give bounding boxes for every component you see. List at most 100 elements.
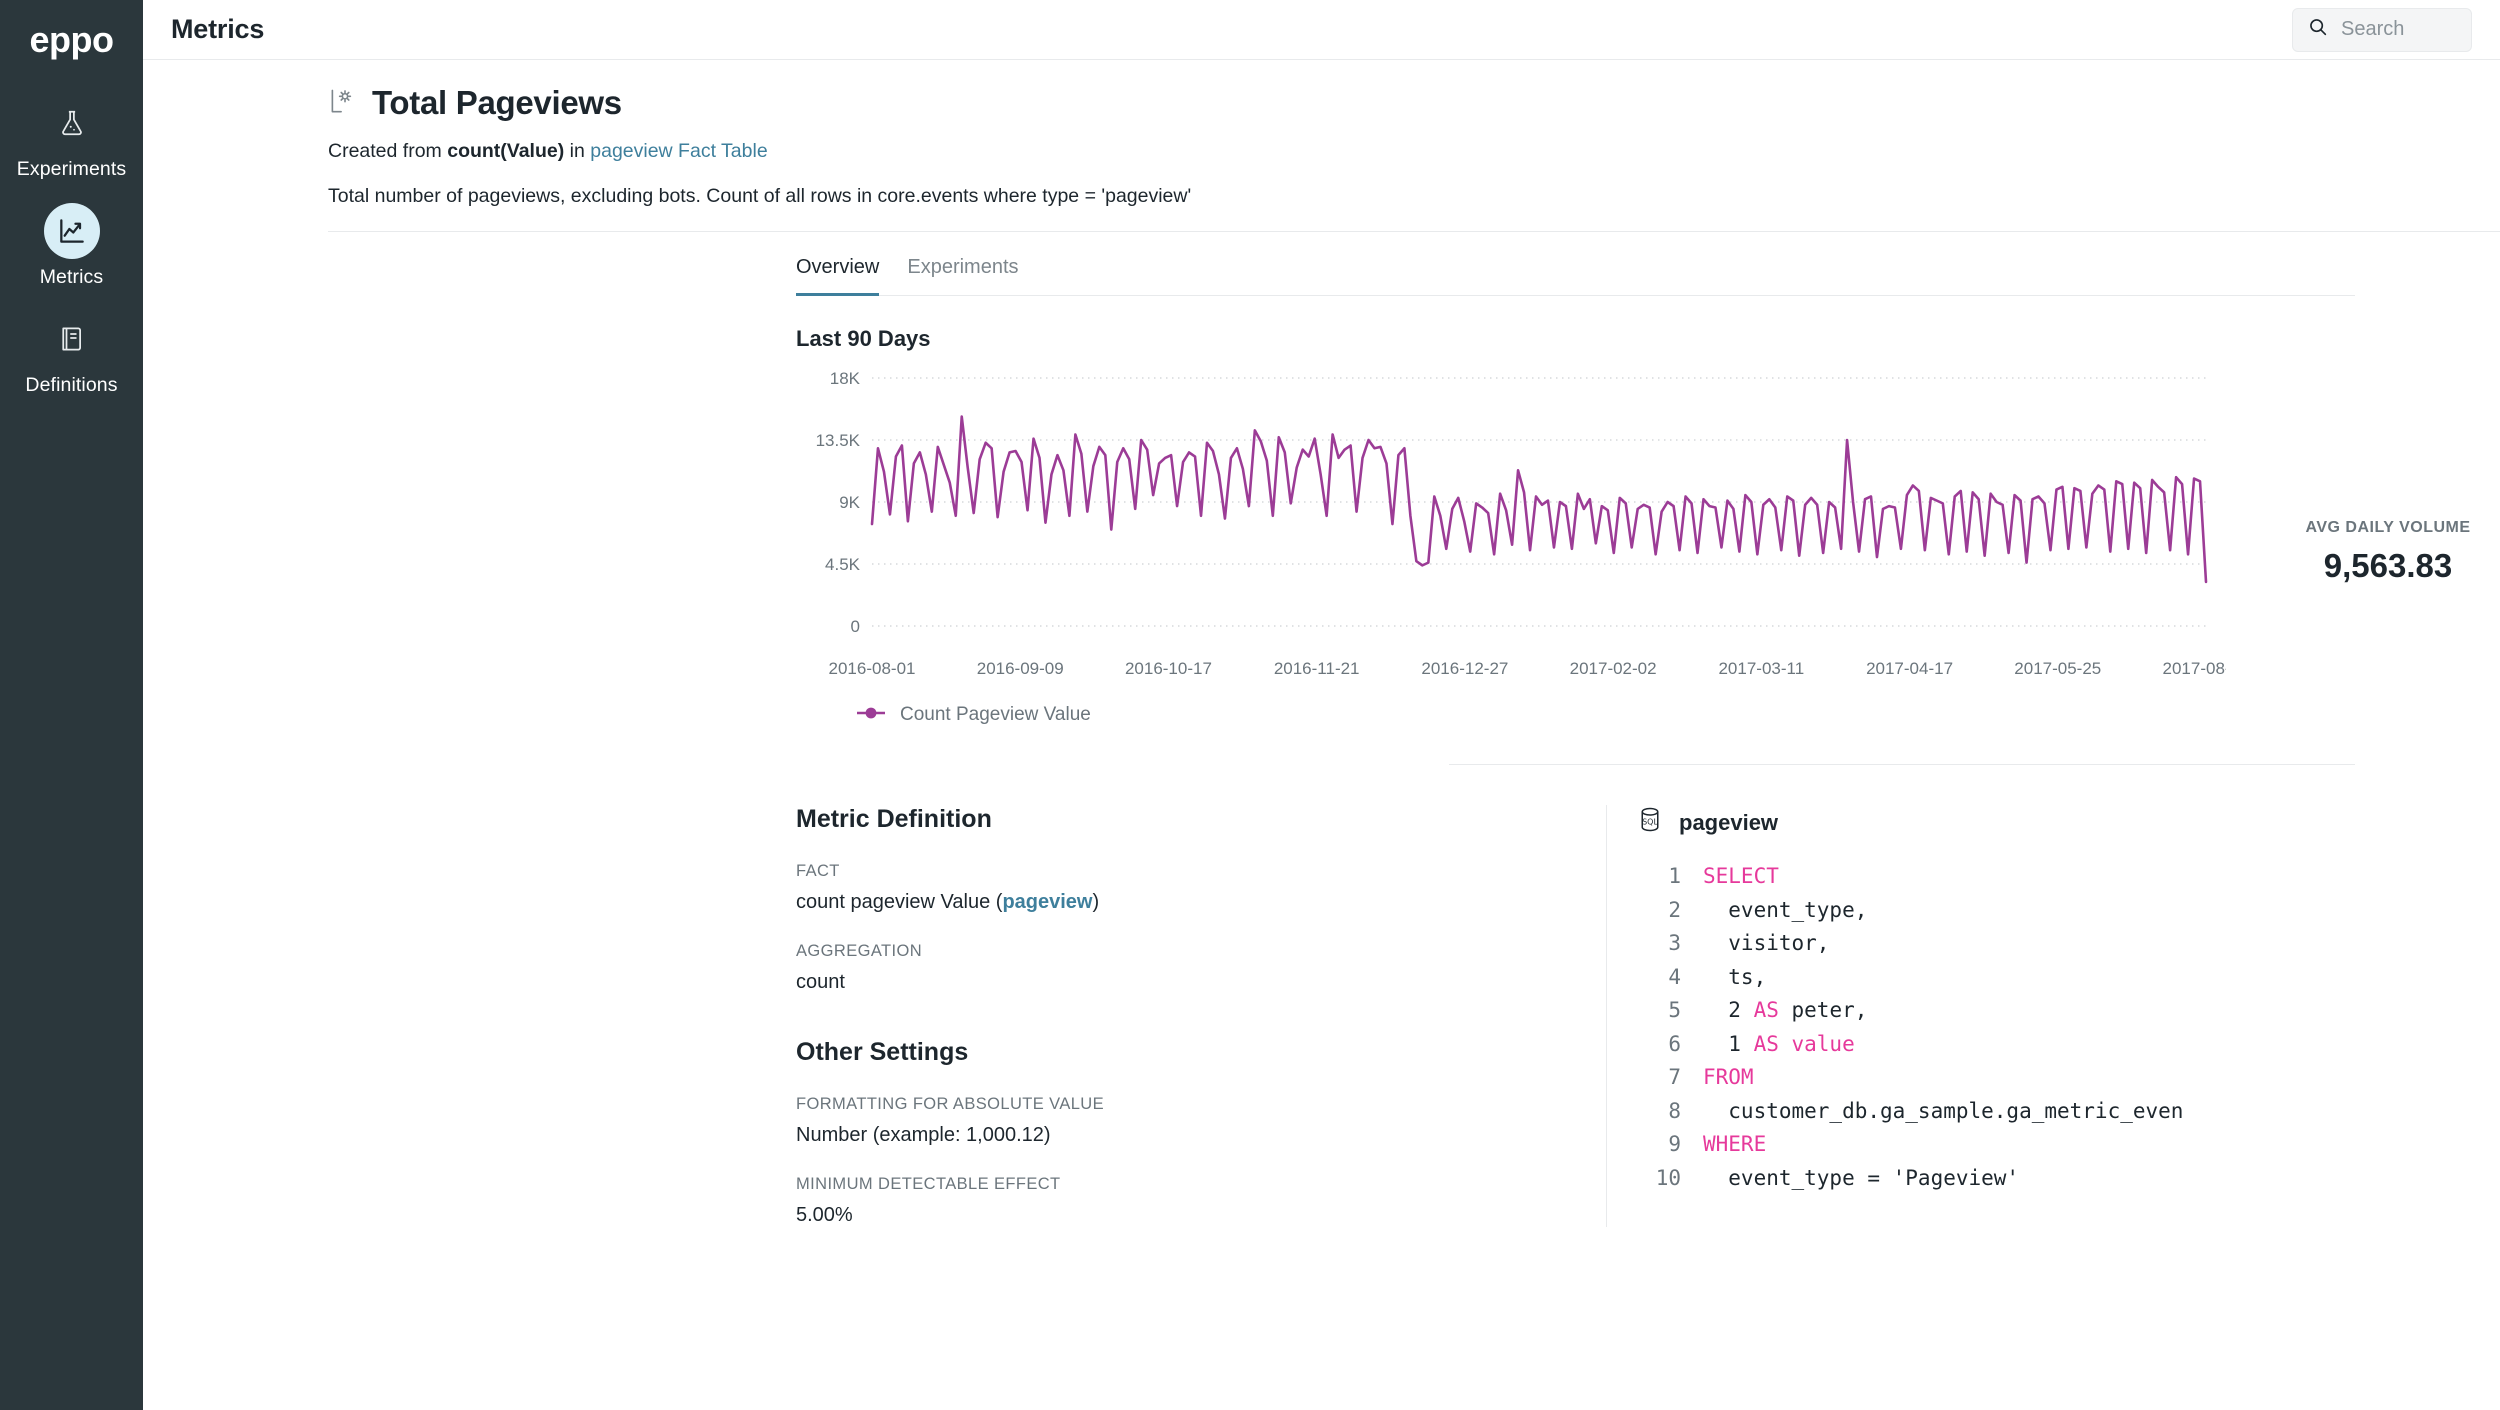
y-axis-tick-label: 18K	[830, 369, 861, 388]
sidebar: eppo Experiments Metrics	[0, 0, 143, 1410]
sql-line-number: 9	[1635, 1128, 1681, 1162]
fact-value-suffix: )	[1092, 891, 1099, 913]
legend-label: Count Pageview Value	[900, 704, 1091, 726]
sql-line: 7 FROM	[1635, 1061, 2500, 1095]
aggregation-label: AGGREGATION	[796, 942, 1606, 961]
sidebar-item-definitions[interactable]: Definitions	[0, 311, 143, 397]
x-axis-tick-label: 2016-08-01	[829, 659, 916, 678]
sql-code-block[interactable]: 1SELECT2 event_type,3 visitor,4 ts,5 2 A…	[1635, 860, 2500, 1195]
x-axis-tick-label: 2016-10-17	[1125, 659, 1212, 678]
avg-daily-volume-stat: AVG DAILY VOLUME 9,563.83	[2276, 364, 2500, 585]
metric-gear-icon	[328, 86, 358, 121]
sql-line: 10 event_type = 'Pageview'	[1635, 1162, 2500, 1196]
pageview-link[interactable]: pageview	[1002, 891, 1092, 913]
sql-line-number: 6	[1635, 1028, 1681, 1062]
sql-line-number: 7	[1635, 1061, 1681, 1095]
search-placeholder: Search	[2341, 18, 2404, 41]
other-settings-title: Other Settings	[796, 1038, 1606, 1067]
top-bar: Metrics Search	[143, 0, 2500, 60]
sql-line: 3 visitor,	[1635, 927, 2500, 961]
sql-keyword: AS	[1754, 998, 1779, 1022]
metric-definition-column: Metric Definition FACT count pageview Va…	[796, 805, 1606, 1227]
flask-icon	[44, 95, 100, 151]
book-icon	[44, 311, 100, 367]
sql-line-number: 8	[1635, 1095, 1681, 1129]
line-chart[interactable]: 0 4.5K 9K 13.5K 18K 2016-08-01 2016-09-09 2016-…	[796, 364, 2226, 694]
created-prefix: Created from	[328, 140, 447, 162]
chart-row: 0 4.5K 9K 13.5K 18K 2016-08-01 2016-09-09 2016-…	[796, 364, 2500, 694]
sql-panel: SQL pageview 1SELECT2 event_type,3 visit…	[1606, 805, 2500, 1227]
created-in: in	[564, 140, 590, 162]
mde-value: 5.00%	[796, 1204, 1606, 1227]
sql-keyword: FROM	[1703, 1065, 1754, 1089]
sql-line: 9 WHERE	[1635, 1128, 2500, 1162]
x-axis-tick-label: 2017-05-25	[2014, 659, 2101, 678]
brand-logo[interactable]: eppo	[30, 19, 114, 61]
sql-line-number: 1	[1635, 860, 1681, 894]
sidebar-item-experiments[interactable]: Experiments	[0, 95, 143, 181]
formatting-value: Number (example: 1,000.12)	[796, 1124, 1606, 1147]
sql-line-number: 4	[1635, 961, 1681, 995]
sql-text: 1	[1703, 1032, 1754, 1056]
search-icon	[2307, 16, 2329, 43]
tab-overview[interactable]: Overview	[796, 256, 879, 296]
sql-text: event_type = 'Pageview'	[1703, 1166, 2019, 1190]
sql-database-icon: SQL	[1635, 805, 1665, 840]
y-axis-tick-label: 9K	[839, 493, 860, 512]
x-axis-tick-label: 2017-02-02	[1570, 659, 1657, 678]
chart-series-line[interactable]	[872, 417, 2206, 582]
sql-line: 8 customer_db.ga_sample.ga_metric_even	[1635, 1095, 2500, 1129]
chart-area[interactable]: 0 4.5K 9K 13.5K 18K 2016-08-01 2016-09-09 2016-…	[796, 364, 2226, 694]
sidebar-item-label: Experiments	[17, 158, 126, 181]
metric-title-row: Total Pageviews	[328, 84, 2500, 122]
chart-title: Last 90 Days	[796, 326, 2500, 352]
sql-text: event_type,	[1703, 898, 1867, 922]
fact-table-link[interactable]: pageview Fact Table	[590, 140, 767, 162]
header-divider	[328, 231, 2500, 232]
sql-header: SQL pageview	[1635, 805, 2500, 840]
chart-legend[interactable]: Count Pageview Value	[856, 704, 2500, 726]
sidebar-item-metrics[interactable]: Metrics	[0, 203, 143, 289]
metric-header: Total Pageviews Created from count(Value…	[143, 60, 2500, 232]
sql-line-number: 3	[1635, 927, 1681, 961]
chart-panel: Last 90 Days 0 4.5K 9K 13.5K 18K 2016-08-01 20…	[143, 296, 2500, 765]
x-axis-tick-label: 2016-09-09	[977, 659, 1064, 678]
tab-experiments[interactable]: Experiments	[907, 256, 1018, 296]
x-axis-tick-label: 2017-03-11	[1718, 659, 1804, 678]
y-axis-tick-label: 13.5K	[816, 431, 861, 450]
sql-line-number: 5	[1635, 994, 1681, 1028]
sql-line-number: 2	[1635, 894, 1681, 928]
fact-value-prefix: count pageview Value (	[796, 891, 1002, 913]
sql-keyword: SELECT	[1703, 864, 1779, 888]
sql-text: visitor,	[1703, 931, 1829, 955]
created-source: count(Value)	[447, 140, 564, 162]
y-axis-tick-label: 0	[851, 617, 860, 636]
metric-source-line: Created from count(Value) in pageview Fa…	[328, 140, 2500, 163]
sql-line: 4 ts,	[1635, 961, 2500, 995]
metric-description: Total number of pageviews, excluding bot…	[328, 185, 2500, 208]
metric-definition-title: Metric Definition	[796, 805, 1606, 834]
fact-value: count pageview Value (pageview)	[796, 891, 1606, 914]
sidebar-item-label: Definitions	[25, 374, 117, 397]
sql-line: 2 event_type,	[1635, 894, 2500, 928]
y-axis-tick-label: 4.5K	[825, 555, 861, 574]
sql-line: 6 1 AS value	[1635, 1028, 2500, 1062]
x-axis-tick-label: 2017-08-02	[2163, 659, 2226, 678]
content-scroll: Total Pageviews Created from count(Value…	[143, 60, 2500, 1410]
lower-section: Metric Definition FACT count pageview Va…	[143, 765, 2500, 1227]
svg-text:SQL: SQL	[1642, 817, 1658, 826]
chart-line-icon	[44, 203, 100, 259]
sql-line: 5 2 AS peter,	[1635, 994, 2500, 1028]
x-axis-tick-label: 2016-11-21	[1274, 659, 1360, 678]
x-axis-tick-label: 2016-12-27	[1421, 659, 1508, 678]
sql-keyword: WHERE	[1703, 1132, 1766, 1156]
main-area: Metrics Search	[143, 0, 2500, 1410]
sql-line: 1 SELECT	[1635, 860, 2500, 894]
sql-text: ts,	[1703, 965, 1766, 989]
stat-value: 9,563.83	[2276, 547, 2500, 585]
tab-bar: Overview Experiments	[143, 256, 2500, 295]
search-input[interactable]: Search	[2292, 8, 2472, 52]
sql-line-number: 10	[1635, 1162, 1681, 1196]
page-title: Metrics	[171, 14, 264, 45]
x-axis-tick-label: 2017-04-17	[1866, 659, 1953, 678]
